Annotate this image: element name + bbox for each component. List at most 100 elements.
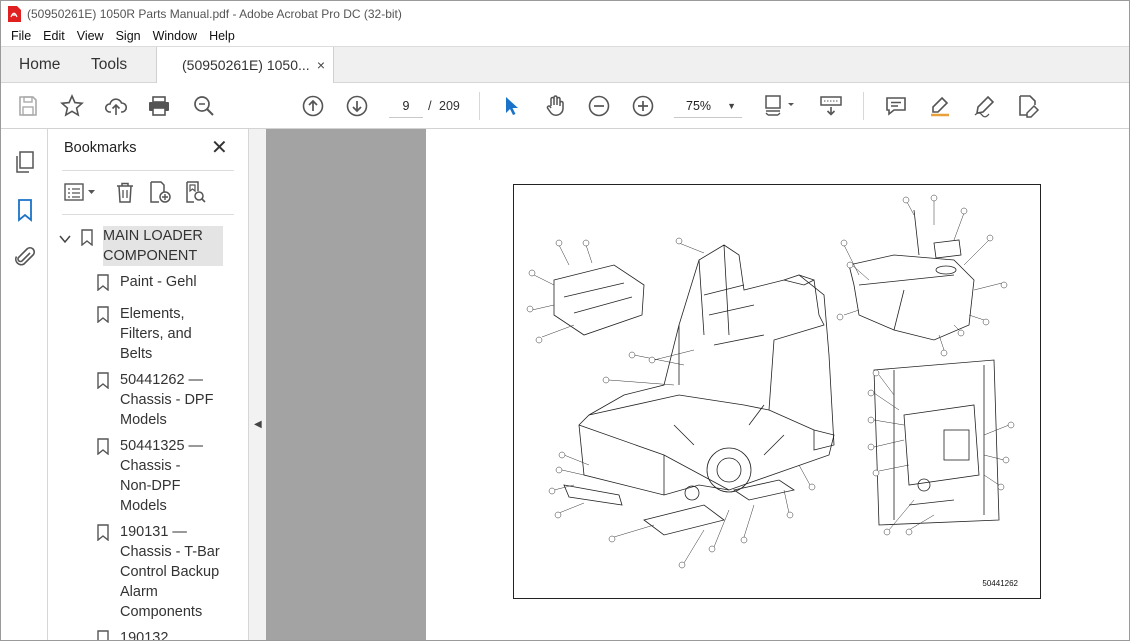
bookmark-properties-button[interactable]: [184, 179, 208, 205]
star-icon[interactable]: [60, 94, 84, 118]
bookmarks-icon[interactable]: [13, 198, 37, 222]
bookmark-label-line: Non-DPF: [120, 478, 181, 494]
bookmark-label-line: Components: [120, 604, 203, 620]
zoom-out-icon[interactable]: [587, 94, 611, 118]
bookmark-label-line: Belts: [120, 346, 153, 362]
chevron-down-icon: ▼: [727, 101, 736, 111]
bookmark-label-line: 50441262 —: [120, 372, 204, 388]
bookmark-label-line: Elements,: [120, 306, 185, 322]
main-toolbar: 9 / 209 75% ▼: [1, 83, 1129, 129]
menu-help[interactable]: Help: [203, 26, 241, 46]
toolbar-divider: [479, 92, 480, 120]
chevron-down-icon[interactable]: [59, 234, 71, 244]
menu-bar: File Edit View Sign Window Help: [1, 26, 1129, 46]
page-fit-icon[interactable]: [763, 94, 797, 118]
bookmark-label-line: Paint - Gehl: [120, 274, 197, 290]
bookmark-label-line: Alarm: [120, 584, 158, 600]
zoom-level-select[interactable]: 75% ▼: [674, 94, 742, 118]
bookmark-item-50441262-chassis-dpf[interactable]: 50441262 — Chassis - DPF Models: [120, 370, 213, 430]
save-icon[interactable]: [16, 94, 40, 118]
bookmark-icon: [97, 630, 109, 640]
upload-cloud-icon[interactable]: [104, 94, 128, 118]
scrolling-mode-icon[interactable]: [819, 94, 843, 118]
bookmark-search-icon: [186, 181, 206, 203]
close-tab-icon[interactable]: ×: [317, 47, 325, 83]
menu-window[interactable]: Window: [147, 26, 203, 46]
bookmark-item-paint-gehl[interactable]: Paint - Gehl: [120, 272, 197, 292]
page-total: 209: [439, 99, 460, 113]
menu-view[interactable]: View: [71, 26, 110, 46]
bookmark-item-190132[interactable]: 190132: [120, 628, 169, 641]
menu-edit[interactable]: Edit: [37, 26, 71, 46]
highlight-pen-icon[interactable]: [928, 94, 952, 118]
tab-document-label: (50950261E) 1050...: [182, 57, 310, 73]
bookmark-label-line: 190131 —: [120, 524, 187, 540]
document-gutter: [266, 129, 426, 640]
zoom-level-value: 75%: [686, 99, 712, 113]
print-icon[interactable]: [147, 94, 171, 118]
bookmark-label-line: Models: [120, 412, 167, 428]
close-panel-icon[interactable]: ✕: [211, 137, 228, 159]
previous-page-icon[interactable]: [301, 94, 325, 118]
page-separator: /: [428, 98, 432, 113]
bookmark-icon: [97, 306, 109, 323]
bookmark-icon: [81, 229, 93, 246]
bookmark-item-190131-tbar-backup-alarm[interactable]: 190131 — Chassis - T-Bar Control Backup …: [120, 522, 220, 622]
chevron-left-icon: ◀: [254, 419, 262, 430]
bookmarks-panel-title: Bookmarks: [64, 140, 137, 156]
tab-document[interactable]: (50950261E) 1050... ×: [156, 47, 334, 84]
delete-bookmark-button[interactable]: [114, 179, 136, 205]
parts-diagram-figure: 50441262: [513, 184, 1041, 599]
zoom-search-icon[interactable]: [192, 94, 216, 118]
add-bookmark-icon: [150, 181, 171, 203]
bookmarks-panel: Bookmarks ✕ MAIN LOADER COMPONENT Paint …: [48, 129, 282, 641]
bookmark-icon: [97, 274, 109, 291]
select-cursor-icon[interactable]: [499, 94, 523, 118]
bookmark-list: MAIN LOADER COMPONENT Paint - Gehl Eleme…: [48, 224, 238, 641]
bookmark-label-line: Chassis - T-Bar: [120, 544, 220, 560]
tab-tools[interactable]: Tools: [91, 47, 127, 83]
sign-pen-icon[interactable]: [972, 94, 996, 118]
bookmark-label-line: 190132: [120, 630, 169, 641]
menu-sign[interactable]: Sign: [110, 26, 147, 46]
bookmark-label-line: Models: [120, 498, 167, 514]
new-bookmark-button[interactable]: [148, 179, 172, 205]
bookmark-options-button[interactable]: [64, 179, 98, 205]
page-number-input[interactable]: 9: [389, 94, 423, 118]
comment-icon[interactable]: [884, 94, 908, 118]
bookmark-icon: [97, 524, 109, 541]
navigation-rail: [1, 129, 48, 640]
zoom-in-icon[interactable]: [631, 94, 655, 118]
figure-part-number: 50441262: [982, 579, 1018, 588]
trash-icon: [117, 182, 133, 203]
window-title: (50950261E) 1050R Parts Manual.pdf - Ado…: [27, 6, 402, 21]
collapse-panel-handle[interactable]: ◀: [248, 129, 266, 640]
next-page-icon[interactable]: [345, 94, 369, 118]
bookmark-item-elements-filters-belts[interactable]: Elements, Filters, and Belts: [120, 304, 192, 364]
edit-document-icon[interactable]: [1016, 94, 1040, 118]
acrobat-window: (50950261E) 1050R Parts Manual.pdf - Ado…: [0, 0, 1130, 641]
panel-divider: [62, 214, 234, 215]
menu-file[interactable]: File: [5, 26, 37, 46]
bookmark-label-line: COMPONENT: [103, 246, 223, 266]
toolbar-divider: [863, 92, 864, 120]
hand-tool-icon[interactable]: [543, 94, 567, 118]
bookmark-icon: [97, 438, 109, 455]
bookmark-label-line: Filters, and: [120, 326, 192, 342]
options-list-icon: [64, 183, 95, 201]
tab-home[interactable]: Home: [19, 47, 60, 83]
attachments-paperclip-icon[interactable]: [13, 245, 37, 269]
page-thumbnails-icon[interactable]: [13, 150, 37, 174]
bookmark-icon: [97, 372, 109, 389]
bookmark-label-line: 50441325 —: [120, 438, 204, 454]
tab-bar: Home Tools (50950261E) 1050... ×: [1, 46, 1129, 84]
bookmark-label-line: Control Backup: [120, 564, 220, 580]
panel-divider: [62, 170, 234, 171]
bookmark-label-line: MAIN LOADER: [103, 226, 223, 246]
bookmark-label-line: Chassis -: [120, 458, 181, 474]
bookmark-item-main-loader-component[interactable]: MAIN LOADER COMPONENT: [103, 226, 223, 266]
bookmark-item-50441325-chassis-non-dpf[interactable]: 50441325 — Chassis - Non-DPF Models: [120, 436, 203, 516]
title-bar: (50950261E) 1050R Parts Manual.pdf - Ado…: [1, 1, 1129, 26]
bookmark-label-line: Chassis - DPF: [120, 392, 214, 408]
acrobat-app-icon: [8, 5, 21, 22]
